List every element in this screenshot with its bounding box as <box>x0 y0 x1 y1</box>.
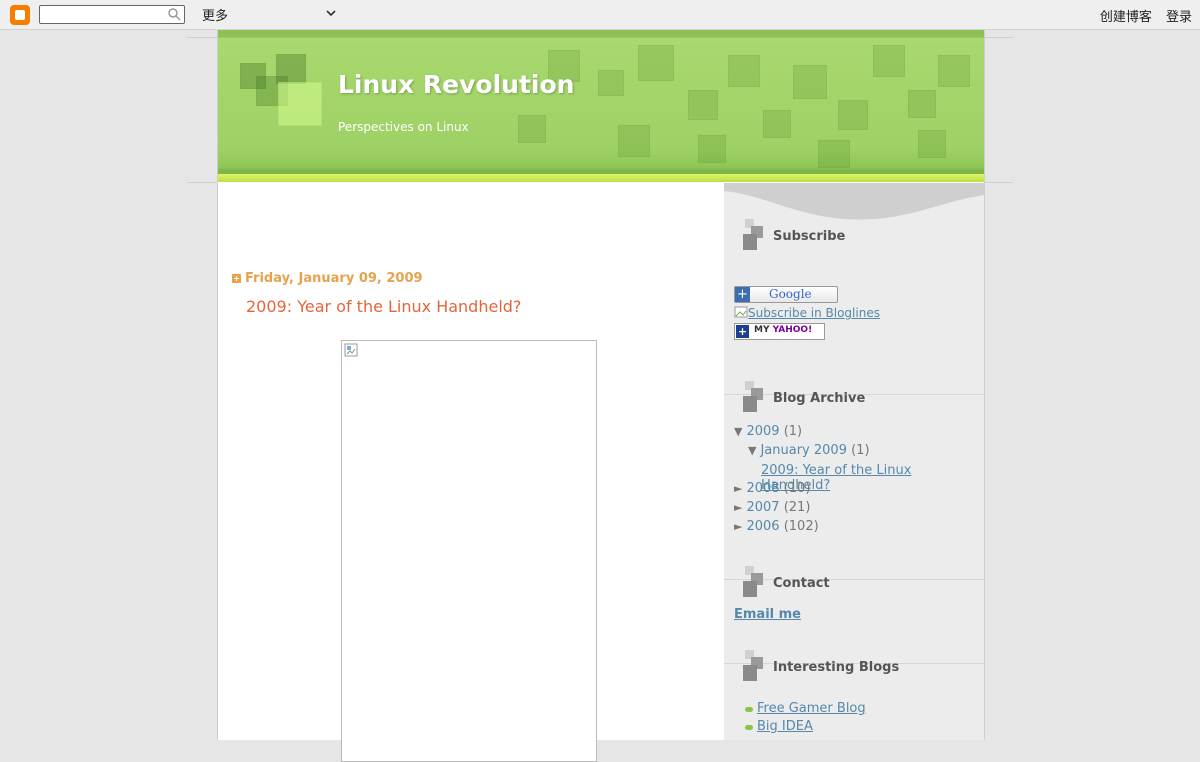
bloglines-label: Subscribe in Bloglines <box>748 306 880 320</box>
header-pattern-square <box>938 55 970 87</box>
yahoo-my: MY <box>754 325 770 335</box>
google-label: Google <box>769 287 812 301</box>
header-pattern-square <box>638 45 674 81</box>
archive-count: (21) <box>783 500 811 515</box>
archive-year-label[interactable]: 2008 <box>746 481 779 496</box>
archive-count: (102) <box>783 519 819 534</box>
header-pattern-square <box>838 100 868 130</box>
main-content: + Friday, January 09, 2009 2009: Year of … <box>218 183 723 762</box>
blog-link-big-idea[interactable]: Big IDEA <box>757 719 813 734</box>
header-pattern-square <box>728 55 760 87</box>
header-pattern-square <box>518 115 546 143</box>
blogger-navbar: 更多 创建博客 登录 <box>0 0 1200 30</box>
header-pattern-square <box>698 135 726 163</box>
interesting-blogs-title: Interesting Blogs <box>773 660 900 675</box>
subscribe-google-button[interactable]: + Google <box>734 286 838 303</box>
date-marker-icon: + <box>232 274 241 283</box>
archive-count: (1) <box>783 424 803 439</box>
blog-outer-wrapper: Linux Revolution Perspectives on Linux +… <box>217 30 985 762</box>
date-header: + Friday, January 09, 2009 <box>232 271 423 286</box>
widget-squares-icon <box>743 219 763 250</box>
triangle-right-icon[interactable]: ► <box>734 501 742 514</box>
bullet-icon <box>745 707 753 712</box>
post-date: Friday, January 09, 2009 <box>245 271 423 286</box>
archive-year-label[interactable]: 2006 <box>746 519 779 534</box>
email-me-link[interactable]: Email me <box>734 607 801 622</box>
blogger-logo-icon[interactable] <box>10 5 30 25</box>
subscribe-title: Subscribe <box>773 229 846 244</box>
triangle-down-icon[interactable]: ▼ <box>748 444 756 457</box>
header-pattern-square <box>598 70 624 96</box>
sidebar: Subscribe + Google Subscribe in Blogline… <box>724 183 984 740</box>
header-logo-square <box>278 82 322 126</box>
header-pattern-square <box>763 110 791 138</box>
plus-icon: + <box>736 325 749 338</box>
blog-link-free-gamer[interactable]: Free Gamer Blog <box>757 701 866 716</box>
yahoo-brand: YAHOO! <box>772 325 813 335</box>
header-stripe <box>218 174 984 182</box>
archive-year-label[interactable]: 2007 <box>746 500 779 515</box>
post-title[interactable]: 2009: Year of the Linux Handheld? <box>246 297 521 316</box>
archive-year-label[interactable]: 2009 <box>746 424 779 439</box>
archive-year-2009[interactable]: ▼ 2009 (1) <box>734 424 802 439</box>
archive-count: (10) <box>783 481 811 496</box>
archive-year-2008[interactable]: ► 2008 (10) <box>734 481 810 496</box>
chevron-down-icon <box>326 10 336 17</box>
subscribe-yahoo-button[interactable]: + MY YAHOO! <box>734 323 825 340</box>
header-pattern-square <box>918 130 946 158</box>
subscribe-bloglines-link[interactable]: Subscribe in Bloglines <box>734 306 880 320</box>
broken-image-icon <box>344 343 358 357</box>
more-label: 更多 <box>202 9 229 24</box>
archive-month-label[interactable]: January 2009 <box>760 443 847 458</box>
widget-squares-icon <box>743 566 763 597</box>
create-blog-link[interactable]: 创建博客 <box>1100 10 1152 25</box>
header-pattern-square <box>908 90 936 118</box>
blog-header: Linux Revolution Perspectives on Linux <box>218 30 984 182</box>
blog-description: Perspectives on Linux <box>338 120 469 134</box>
header-pattern-square <box>818 140 850 168</box>
blog-title[interactable]: Linux Revolution <box>338 70 574 99</box>
sign-in-link[interactable]: 登录 <box>1166 10 1192 25</box>
widget-squares-icon <box>743 381 763 412</box>
archive-count: (1) <box>851 443 870 458</box>
triangle-down-icon[interactable]: ▼ <box>734 425 742 438</box>
widget-squares-icon <box>743 650 763 681</box>
contact-title: Contact <box>773 576 830 591</box>
blog-archive-title: Blog Archive <box>773 391 866 406</box>
broken-image-icon <box>734 306 748 318</box>
archive-year-2006[interactable]: ► 2006 (102) <box>734 519 819 534</box>
plus-icon: + <box>735 287 750 302</box>
bullet-icon <box>745 725 753 730</box>
sidebar-wave-decoration <box>724 183 984 220</box>
triangle-right-icon[interactable]: ► <box>734 520 742 533</box>
yahoo-label: MY YAHOO! <box>754 325 812 335</box>
archive-month-january-2009[interactable]: ▼ January 2009 (1) <box>748 443 870 458</box>
search-icon[interactable] <box>167 7 181 21</box>
header-pattern-square <box>688 90 718 120</box>
more-dropdown[interactable]: 更多 <box>202 5 340 24</box>
post-image <box>341 340 597 762</box>
triangle-right-icon[interactable]: ► <box>734 482 742 495</box>
archive-year-2007[interactable]: ► 2007 (21) <box>734 500 810 515</box>
header-pattern-square <box>873 45 905 77</box>
header-pattern-square <box>793 65 827 99</box>
search-input[interactable] <box>39 5 185 24</box>
header-pattern-square <box>618 125 650 157</box>
nav-right-links: 创建博客 登录 <box>1090 6 1192 25</box>
